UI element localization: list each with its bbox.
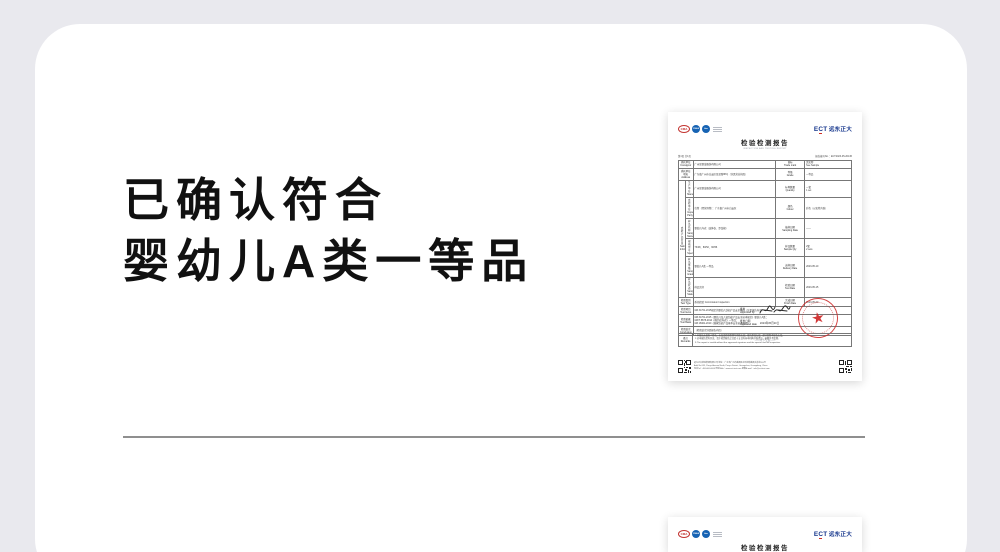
- headline-line1: 已确认符合: [123, 174, 388, 226]
- section-divider: [123, 436, 865, 438]
- table-row: 样品名称 Sample Name 婴幼儿内衣（连体衣、罗纹棉） 抽样日期 Sam…: [679, 218, 852, 239]
- cnas-logo-text: CNAS: [693, 128, 699, 130]
- cell-label: 样品名称 Sample Name: [686, 218, 693, 239]
- approve-date-label: 批准日期 Approved date: [740, 319, 757, 326]
- table-row: 委托单位 Consignor 广州某婴童服饰有限公司 商标 Trade mark…: [679, 160, 852, 169]
- footer-address: 远东正大检验集团有限公司 地址：广东省广州市番禺区东环街道番禺大道北555号 A…: [694, 362, 836, 372]
- ect-brand-abbr: ECT: [814, 126, 827, 133]
- ect-brand-name: 远东正大: [829, 530, 852, 538]
- accreditation-logos: CMA CNAS ilac: [678, 530, 722, 538]
- footer-line: 电话Tel：400-000-0000 网址Web：www.ect-test.co…: [694, 368, 836, 371]
- certificate-header: CMA CNAS ilac ECT 远东正大: [678, 530, 852, 538]
- report-title: 检验检测报告: [678, 543, 852, 552]
- approval-block: 批准 Approved by 批准日期 Approved date 2023年0…: [740, 303, 792, 328]
- cell-value: 广东省广州市白云区某某路88号（详见营业执照）: [693, 169, 776, 181]
- cell-value: 样品完好: [693, 277, 776, 298]
- ect-brand-logo: ECT 远东正大: [814, 125, 852, 133]
- cell-value: ——: [805, 218, 852, 239]
- accreditation-logos: CMA CNAS ilac: [678, 125, 722, 133]
- cma-logo-text: CMA: [681, 127, 688, 131]
- report-page-info: 第1页 共1页: [678, 154, 691, 158]
- ect-brand-logo: ECT 远东正大: [814, 530, 852, 538]
- cell-label: 检验类别 Test Type: [679, 298, 694, 307]
- certificate-image-top[interactable]: CMA CNAS ilac ECT 远东正大 检验检测报告 INSPECTION…: [668, 112, 862, 381]
- certificate-header: CMA CNAS ilac ECT 远东正大: [678, 125, 852, 133]
- cell-label: 样品数量 Sample Qty: [776, 239, 805, 257]
- table-row: 规格型号 Specification 73/48、80/52、90/56 样品数…: [679, 239, 852, 257]
- report-title: 检验检测报告: [678, 138, 852, 147]
- ilac-logo-text: ilac: [704, 128, 708, 130]
- signature-icon: [758, 303, 792, 317]
- cell-label: 委托单位地址 Address: [679, 169, 694, 181]
- cell-label: 样品状态 Sample Status: [686, 277, 693, 298]
- cell-value: 73/48、80/52、90/56: [693, 239, 776, 257]
- cell-label: 检验日期 Test Date: [776, 277, 805, 298]
- approve-label: 批准 Approved by: [740, 307, 755, 314]
- remarks-body: 1.本报告无批准人签名、未加盖检验检测专用章无效；报告涂改无效；部分复制本报告无…: [693, 334, 851, 346]
- section-headline: 已确认符合婴幼儿A类一等品: [123, 170, 534, 292]
- remarks-label: 备注 Remarks: [679, 334, 693, 346]
- report-meta: 第1页 共1页 报告编号No.：ECT2023-05-20136: [678, 154, 852, 158]
- cell-value: 婴幼儿A类 一等品: [693, 257, 776, 278]
- cell-value: 一套 1 set: [805, 180, 852, 198]
- cell-value: 见实物 See Sample: [805, 160, 852, 169]
- accreditation-caption: [713, 532, 722, 537]
- cell-value: 2套 2 sets: [805, 239, 852, 257]
- cell-label: 抽样日期 Sampling Date: [776, 218, 805, 239]
- table-row: 样品等级 Sample Grade 婴幼儿A类 一等品 送样日期 Deliver…: [679, 257, 852, 278]
- certificate-page: CMA CNAS ilac ECT 远东正大 检验检测报告 INSPECTION…: [668, 112, 862, 381]
- accreditation-caption: [713, 127, 722, 132]
- cell-value: 彩色（以实物为准）: [805, 198, 852, 219]
- seal-star-icon: ★: [810, 309, 826, 326]
- cell-label: 商标 Trade mark: [776, 160, 805, 169]
- cnas-logo-text: CNAS: [693, 533, 699, 535]
- ect-brand-name: 远东正大: [829, 125, 852, 133]
- certificate-image-bottom[interactable]: CMA CNAS ilac ECT 远东正大 检验检测报告 INSPECTION…: [668, 517, 862, 552]
- certificate-page: CMA CNAS ilac ECT 远东正大 检验检测报告 INSPECTION…: [668, 517, 862, 552]
- cell-label: 委托单位 Consignor: [679, 160, 694, 169]
- cell-value: 一等品: [805, 169, 852, 181]
- report-number: 报告编号No.：ECT2023-05-20136: [815, 154, 852, 158]
- cma-logo-icon: CMA: [678, 125, 690, 133]
- cnas-logo-icon: CNAS: [692, 125, 700, 133]
- cma-logo-text: CMA: [681, 532, 688, 536]
- cell-label: 检验项目 Test Items: [679, 306, 694, 315]
- cell-label: 受检单位 Inspected Party: [686, 198, 693, 219]
- cell-group-label: 受检产品信息 Sample Information: [679, 180, 686, 298]
- cell-label: 标称数量 Quantity: [776, 180, 805, 198]
- cell-value: 广州某婴童服饰有限公司: [693, 160, 776, 169]
- remarks-box: 备注 Remarks 1.本报告无批准人签名、未加盖检验检测专用章无效；报告涂改…: [678, 333, 852, 347]
- cell-label: 样品等级 Sample Grade: [686, 257, 693, 278]
- headline-line2: 婴幼儿A类一等品: [123, 235, 534, 287]
- cell-label: 等级 Grade: [776, 169, 805, 181]
- ilac-logo-icon: ilac: [702, 125, 710, 133]
- qr-code-icon: [839, 360, 852, 373]
- cell-value: 住所（经营场所）：广东省广州市白云区: [693, 198, 776, 219]
- remarks-line: 3.The report is invalid without the appr…: [695, 342, 849, 345]
- ilac-logo-icon: ilac: [702, 530, 710, 538]
- ilac-logo-text: ilac: [704, 533, 708, 535]
- cell-value: 广州某婴童服饰有限公司: [693, 180, 776, 198]
- certificate-footer: 远东正大检验集团有限公司 地址：广东省广州市番禺区东环街道番禺大道北555号 A…: [678, 360, 852, 373]
- cell-value: 2023-05-15: [805, 277, 852, 298]
- report-title-en: INSPECTION AND TESTING REPORT: [678, 148, 852, 150]
- ect-brand-abbr: ECT: [814, 531, 827, 538]
- approve-date: 2023年05月20日: [760, 321, 779, 325]
- cell-label: 生产单位 Manufacturer: [686, 180, 693, 198]
- cell-label: 规格型号 Specification: [686, 239, 693, 257]
- cell-value: 婴幼儿内衣（连体衣、罗纹棉）: [693, 218, 776, 239]
- cma-logo-icon: CMA: [678, 530, 690, 538]
- qr-code-icon: [678, 360, 691, 373]
- table-row: 样品状态 Sample Status 样品完好 检验日期 Test Date 2…: [679, 277, 852, 298]
- cell-label: 颜色 Colour: [776, 198, 805, 219]
- table-row: 受检单位 Inspected Party 住所（经营场所）：广东省广州市白云区 …: [679, 198, 852, 219]
- cell-label: 送样日期 Delivery Date: [776, 257, 805, 278]
- cell-label: 检验依据 Test Basis: [679, 315, 694, 327]
- table-row: 受检产品信息 Sample Information 生产单位 Manufactu…: [679, 180, 852, 198]
- cnas-logo-icon: CNAS: [692, 530, 700, 538]
- table-row: 委托单位地址 Address 广东省广州市白云区某某路88号（详见营业执照） 等…: [679, 169, 852, 181]
- cell-value: 2023-05-10: [805, 257, 852, 278]
